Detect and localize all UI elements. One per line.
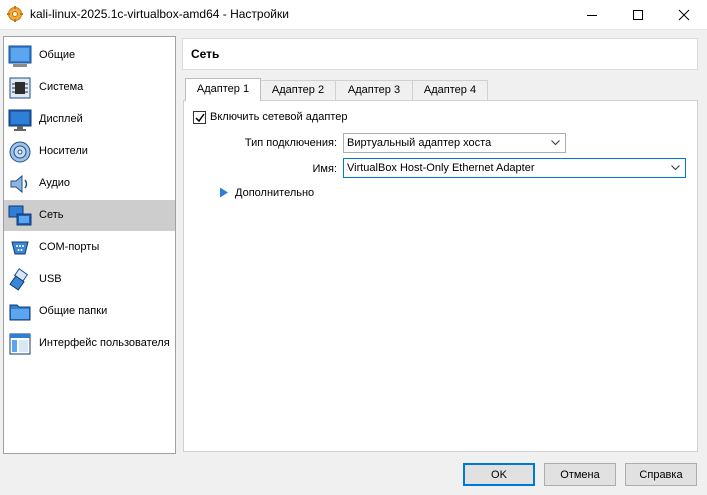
- advanced-toggle[interactable]: Дополнительно: [235, 187, 314, 199]
- tab-adapter-2[interactable]: Адаптер 2: [260, 80, 336, 100]
- user-interface-icon: [9, 333, 31, 355]
- sidebar-item-label: COM-порты: [39, 241, 100, 253]
- usb-icon: [9, 268, 29, 291]
- network-icon: [8, 205, 32, 226]
- sidebar-item-shared-folders[interactable]: Общие папки: [4, 296, 175, 327]
- minimize-button[interactable]: [569, 0, 615, 30]
- tab-adapter-4[interactable]: Адаптер 4: [412, 80, 488, 100]
- sidebar-item-system[interactable]: Система: [4, 72, 175, 103]
- checkmark-icon: [195, 113, 205, 123]
- help-button[interactable]: Справка: [625, 463, 697, 486]
- folder-icon: [9, 304, 31, 321]
- tab-label: Адаптер 3: [347, 84, 401, 96]
- chevron-down-icon: [671, 165, 680, 171]
- attachment-type-select[interactable]: Виртуальный адаптер хоста: [343, 133, 566, 153]
- sidebar-item-general[interactable]: Общие: [4, 40, 175, 71]
- adapter-name-label: Имя:: [312, 163, 337, 175]
- sidebar-item-label: Общие: [39, 49, 76, 61]
- adapter-name-select[interactable]: VirtualBox Host-Only Ethernet Adapter: [343, 158, 686, 178]
- chevron-down-icon: [551, 140, 560, 146]
- virtualbox-settings-icon: [7, 6, 23, 22]
- tab-label: Адаптер 1: [196, 83, 250, 95]
- settings-sidebar: Общие Система Дисплей Носители Аудио Сет…: [3, 36, 176, 454]
- system-chip-icon: [9, 77, 31, 99]
- attachment-type-value: Виртуальный адаптер хоста: [347, 137, 492, 149]
- ok-button[interactable]: OK: [463, 463, 535, 486]
- page-header: Сеть: [182, 38, 698, 70]
- sidebar-item-audio[interactable]: Аудио: [4, 168, 175, 199]
- sidebar-item-label: Носители: [39, 145, 88, 157]
- expand-arrow-icon[interactable]: [219, 187, 229, 198]
- tab-adapter-3[interactable]: Адаптер 3: [335, 80, 413, 100]
- tab-label: Адаптер 2: [271, 84, 325, 96]
- attachment-type-label: Тип подключения:: [244, 137, 337, 149]
- tab-label: Адаптер 4: [423, 84, 477, 96]
- storage-disc-icon: [9, 141, 31, 163]
- minimize-icon: [587, 15, 597, 16]
- cancel-button[interactable]: Отмена: [544, 463, 616, 486]
- enable-adapter-checkbox[interactable]: [193, 111, 206, 124]
- sidebar-item-network[interactable]: Сеть: [4, 200, 175, 231]
- general-icon: [8, 45, 32, 67]
- sidebar-item-label: Сеть: [39, 209, 64, 221]
- sidebar-item-label: Общие папки: [39, 305, 108, 317]
- sidebar-item-storage[interactable]: Носители: [4, 136, 175, 167]
- sidebar-item-user-interface[interactable]: Интерфейс пользователя: [4, 328, 175, 359]
- sidebar-item-usb[interactable]: USB: [4, 264, 175, 295]
- close-icon: [678, 9, 690, 21]
- close-button[interactable]: [661, 0, 707, 30]
- maximize-icon: [633, 10, 643, 20]
- tab-adapter-1[interactable]: Адаптер 1: [185, 78, 261, 101]
- monitor-icon: [8, 109, 32, 131]
- sidebar-item-com-ports[interactable]: COM-порты: [4, 232, 175, 263]
- adapter-name-value: VirtualBox Host-Only Ethernet Adapter: [347, 162, 535, 174]
- sidebar-item-label: Дисплей: [39, 113, 83, 125]
- sidebar-item-label: Аудио: [39, 177, 71, 189]
- sidebar-item-label: USB: [39, 273, 62, 285]
- enable-adapter-label[interactable]: Включить сетевой адаптер: [210, 111, 347, 123]
- sidebar-item-label: Система: [39, 81, 84, 93]
- sidebar-item-label: Интерфейс пользователя: [39, 337, 170, 349]
- serial-port-icon: [11, 241, 29, 255]
- page-title: Сеть: [191, 47, 220, 61]
- speaker-icon: [10, 174, 28, 194]
- title-bar: kali-linux-2025.1c-virtualbox-amd64 - На…: [0, 0, 707, 30]
- window-title: kali-linux-2025.1c-virtualbox-amd64 - На…: [30, 7, 289, 21]
- maximize-button[interactable]: [615, 0, 661, 30]
- sidebar-item-display[interactable]: Дисплей: [4, 104, 175, 135]
